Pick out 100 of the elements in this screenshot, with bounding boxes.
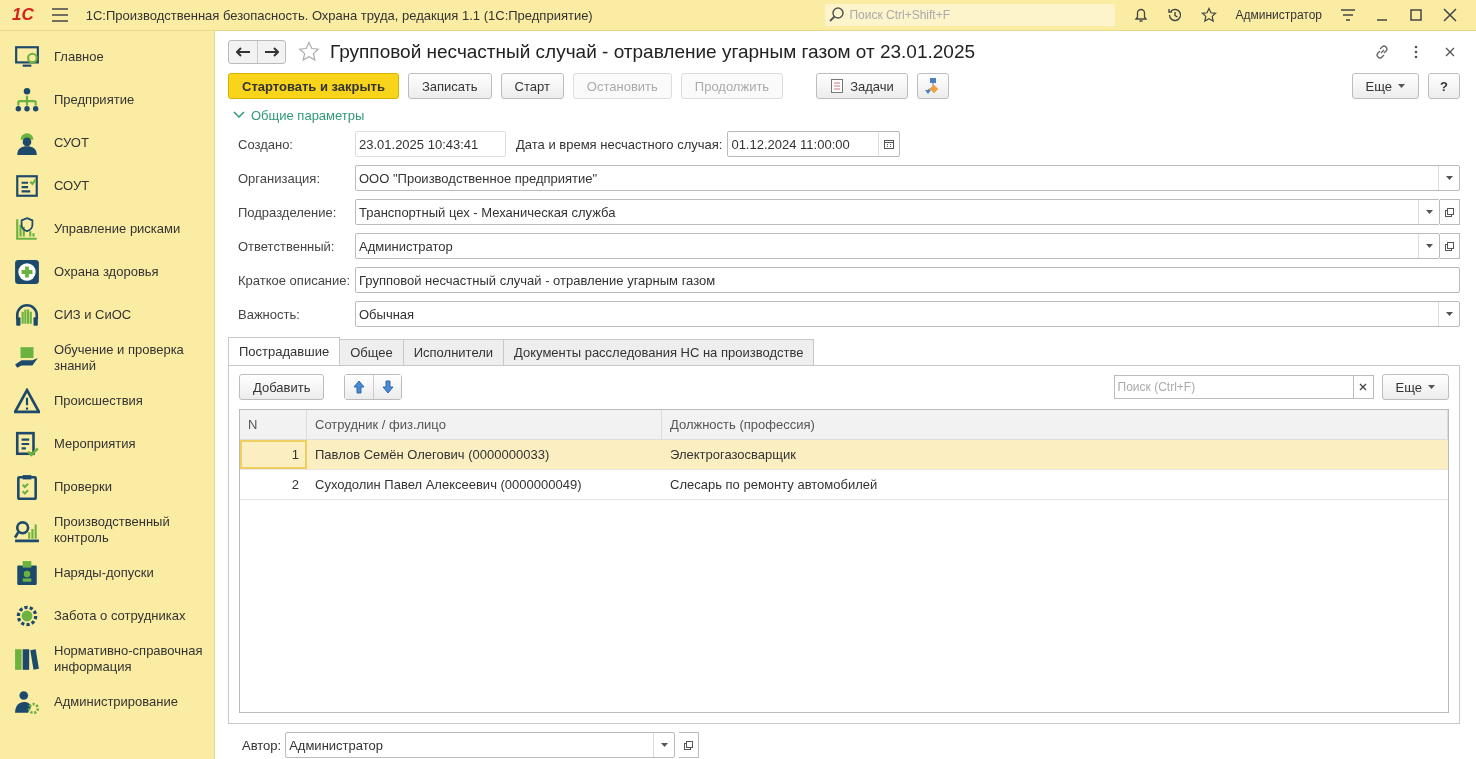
arrow-up-icon — [353, 380, 366, 394]
tasks-button[interactable]: Задачи — [816, 73, 908, 99]
column-header[interactable]: Сотрудник / физ.лицо — [307, 410, 662, 439]
input-field[interactable]: Групповой несчастный случай - отравление угарным газом — [355, 267, 1460, 293]
field-label: Ответственный: — [238, 238, 336, 254]
sidebar-item[interactable]: Обучение и проверка знаний — [0, 336, 214, 379]
more-button[interactable]: Еще — [1351, 73, 1420, 99]
more-button[interactable]: Еще — [1381, 374, 1449, 400]
headphones-icon — [14, 301, 40, 328]
user-name[interactable]: Администратор — [1235, 8, 1322, 22]
star-icon[interactable] — [1201, 7, 1218, 23]
clipboard-icon — [14, 473, 40, 500]
section-header[interactable]: Общие параметры — [233, 107, 1460, 123]
field-label: Подразделение: — [238, 204, 338, 220]
toolbar-button[interactable]: Записать — [407, 73, 492, 99]
tab[interactable]: Исполнители — [402, 339, 505, 365]
table-cell-text: 2 — [290, 476, 300, 494]
arrow-right-icon — [264, 47, 279, 57]
add-button[interactable]: Добавить — [239, 374, 325, 400]
windows-icon — [1445, 207, 1454, 217]
column-header[interactable]: Должность (профессия) — [662, 410, 1448, 439]
document-icon — [830, 79, 845, 93]
sidebar-item[interactable]: Предприятие — [0, 78, 214, 121]
sidebar-item[interactable]: Происшествия — [0, 379, 214, 422]
hand-book-icon — [14, 344, 40, 371]
admin-gear-icon — [14, 688, 40, 715]
maximize-icon[interactable] — [1408, 7, 1424, 23]
table-row[interactable]: 2 Суходолин Павел Алексеевич (0000000049) Слесарь по ремонту автомобилей — [240, 470, 1448, 500]
process-map-button[interactable] — [916, 73, 949, 99]
arrow-down-icon — [381, 380, 394, 394]
input-field[interactable]: Администратор — [285, 732, 676, 758]
help-button[interactable]: ? — [1428, 73, 1460, 99]
clear-icon — [1359, 383, 1368, 391]
tab[interactable]: Пострадавшие — [228, 337, 341, 365]
menu-icon[interactable] — [51, 8, 68, 22]
calendar-icon — [884, 139, 895, 149]
form-title: Групповой несчастный случай - отравление угарным газом от 23.01.2025 — [330, 41, 976, 63]
move-up-button[interactable] — [345, 375, 374, 399]
chevron-icon — [233, 111, 245, 119]
table-cell-text: Слесарь по ремонту автомобилей — [669, 476, 879, 494]
open-button[interactable] — [1440, 199, 1460, 225]
search-field[interactable]: Поиск Ctrl+Shift+F — [825, 4, 1116, 26]
link-icon[interactable] — [1374, 44, 1390, 60]
input-field: 23.01.2025 10:43:41 — [355, 131, 506, 157]
medical-cross-icon — [14, 258, 40, 285]
monitor-icon — [14, 43, 40, 70]
sidebar-item[interactable]: Наряды-допуски — [0, 551, 214, 594]
sidebar-item[interactable]: СИЗ и СиОС — [0, 293, 214, 336]
sidebar-item[interactable]: СОУТ — [0, 164, 214, 207]
sidebar-item[interactable]: Управление рисками — [0, 207, 214, 250]
field-label: Создано: — [238, 136, 294, 152]
input-field[interactable]: Администратор — [355, 233, 1440, 259]
caret-icon — [1398, 84, 1406, 88]
app-title: 1С:Производственная безопасность. Охрана труда, редакция 1.1 (1С:Предприятие) — [85, 7, 593, 23]
permit-badge-icon — [14, 559, 40, 586]
input-field[interactable]: 01.12.2024 11:00:00 — [727, 131, 901, 157]
caret-icon — [1445, 176, 1453, 180]
settings-menu-icon[interactable] — [1340, 7, 1356, 23]
search-field[interactable]: Поиск (Ctrl+F) — [1113, 375, 1354, 399]
sidebar-item[interactable]: Охрана здоровья — [0, 250, 214, 293]
sidebar-item[interactable]: Производственный контроль — [0, 508, 214, 551]
tab[interactable]: Документы расследования НС на производстве — [503, 339, 815, 365]
caret-icon — [1425, 244, 1433, 248]
sidebar-item[interactable]: Нормативно-справочная информация — [0, 637, 214, 680]
input-field[interactable]: Обычная — [355, 301, 1460, 327]
windows-icon — [1445, 241, 1454, 251]
history-icon[interactable] — [1167, 7, 1184, 23]
open-button[interactable] — [679, 732, 700, 758]
close-icon[interactable] — [1442, 7, 1458, 23]
open-button[interactable] — [1440, 233, 1460, 259]
toolbar-button[interactable]: Стартовать и закрыть — [228, 73, 399, 99]
move-down-button[interactable] — [373, 375, 402, 399]
sidebar-item[interactable]: Главное — [0, 35, 214, 78]
caret-icon — [1445, 312, 1453, 316]
field-label: Организация: — [238, 170, 322, 186]
sidebar-item[interactable]: СУОТ — [0, 121, 214, 164]
arrow-left-icon — [236, 47, 250, 57]
shield-chart-icon — [14, 215, 40, 242]
tab[interactable]: Общее — [339, 339, 404, 365]
field-label: Важность: — [238, 306, 301, 322]
bell-icon[interactable] — [1133, 7, 1150, 23]
column-header[interactable]: N — [240, 410, 307, 439]
sidebar-item[interactable]: Проверки — [0, 465, 214, 508]
caret-icon — [1428, 385, 1435, 389]
field-label: Дата и время несчастного случая: — [516, 136, 723, 152]
clear-button[interactable] — [1353, 375, 1374, 399]
input-field[interactable]: ООО "Производственное предприятие" — [355, 165, 1460, 191]
caret-icon — [1425, 210, 1433, 214]
table-row[interactable]: 1 Павлов Семён Олегович (0000000033) Электрогазосварщик — [240, 440, 1448, 470]
field-label: Автор: — [242, 737, 282, 753]
favorite-star-icon[interactable] — [298, 41, 320, 63]
sidebar-item[interactable]: Забота о сотрудниках — [0, 594, 214, 637]
input-field[interactable]: Транспортный цех - Механическая служба — [355, 199, 1440, 225]
checklist-icon — [14, 172, 40, 199]
warning-icon — [14, 387, 40, 414]
sidebar-item[interactable]: Администрирование — [0, 680, 214, 723]
document-check-icon — [14, 430, 40, 457]
search-icon — [829, 7, 846, 23]
toolbar-button[interactable]: Старт — [500, 73, 564, 99]
sidebar-item[interactable]: Мероприятия — [0, 422, 214, 465]
